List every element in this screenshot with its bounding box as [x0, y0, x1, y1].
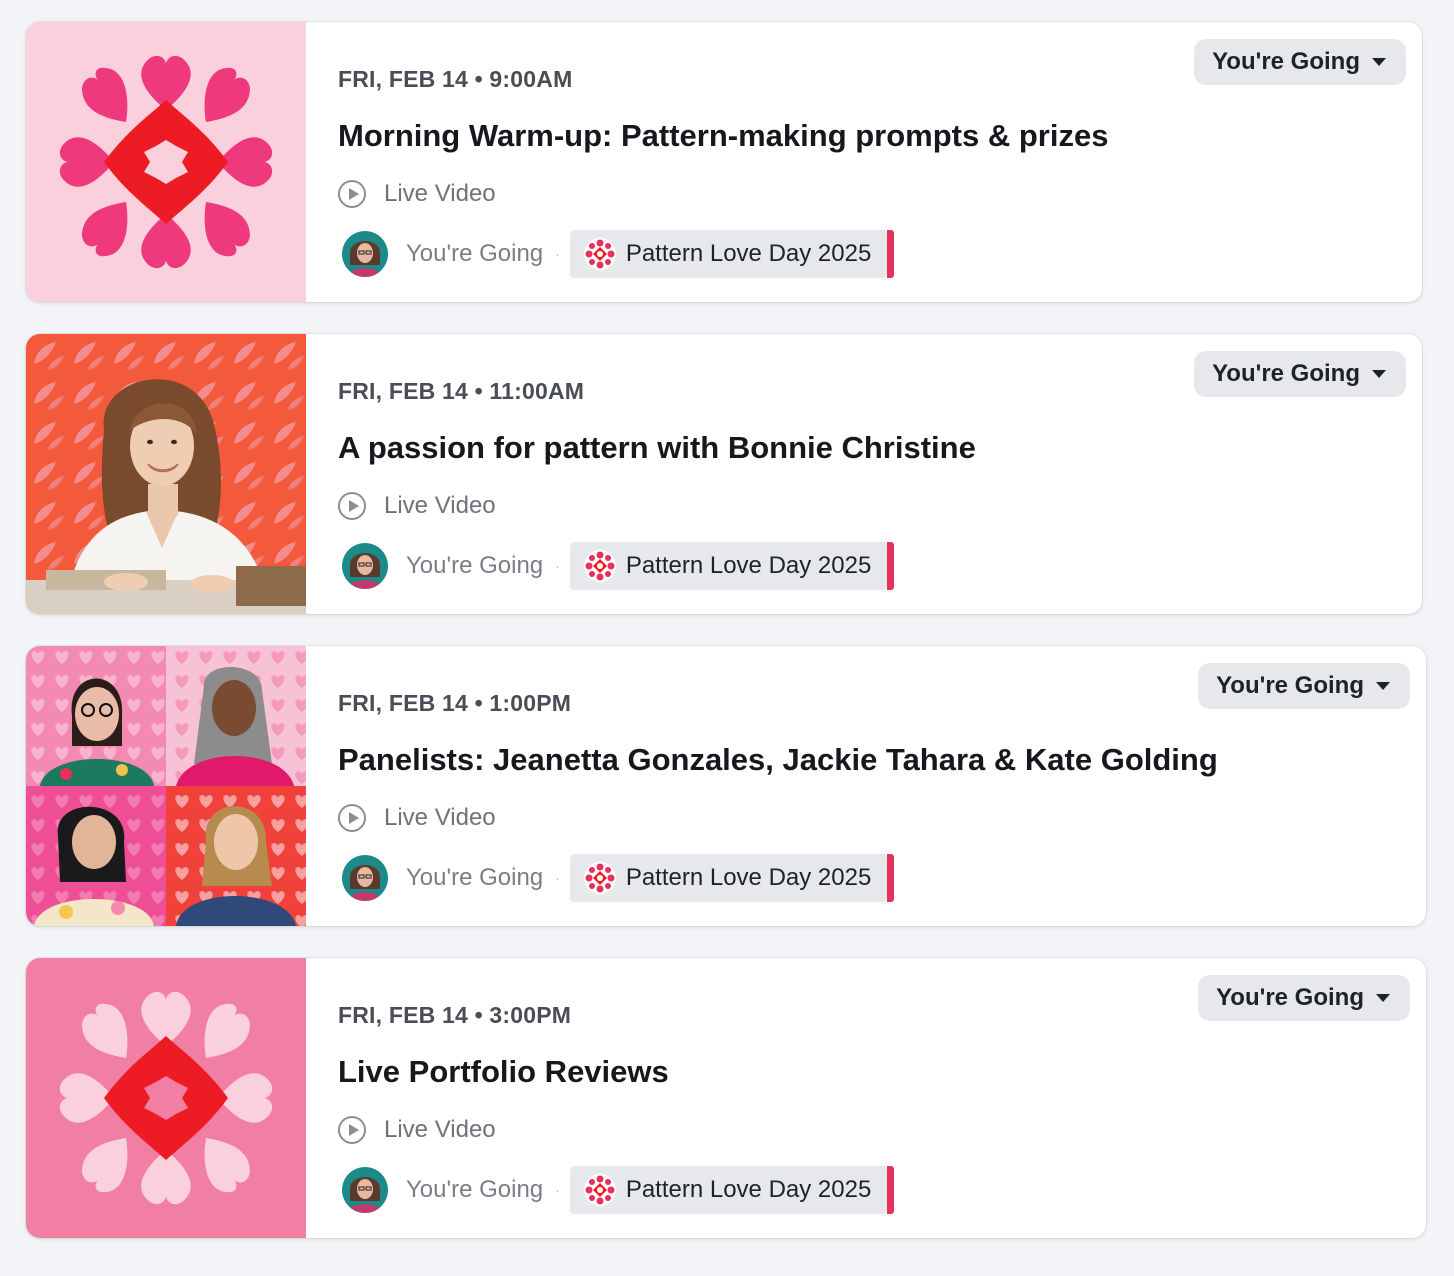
event-type: Live Video	[338, 804, 496, 832]
event-card[interactable]: FRI, FEB 14 • 1:00PM Panelists: Jeanetta…	[26, 646, 1426, 926]
avatar	[342, 855, 388, 901]
event-meta: You're Going · Pattern Love Day 2025	[342, 230, 894, 278]
play-circle-icon	[338, 180, 366, 208]
event-title[interactable]: A passion for pattern with Bonnie Christ…	[338, 430, 976, 466]
rsvp-label: You're Going	[1212, 48, 1360, 75]
caret-down-icon	[1376, 682, 1390, 690]
play-circle-icon	[338, 804, 366, 832]
event-title[interactable]: Panelists: Jeanetta Gonzales, Jackie Tah…	[338, 742, 1218, 778]
separator-dot: ·	[555, 558, 560, 574]
rsvp-label: You're Going	[1216, 672, 1364, 699]
event-title[interactable]: Live Portfolio Reviews	[338, 1054, 669, 1090]
caret-down-icon	[1372, 58, 1386, 66]
event-title[interactable]: Morning Warm-up: Pattern-making prompts …	[338, 118, 1108, 154]
separator-dot: ·	[555, 246, 560, 262]
attendance-status: You're Going	[406, 240, 544, 267]
group-chip[interactable]: Pattern Love Day 2025	[569, 230, 894, 278]
event-type: Live Video	[338, 1116, 496, 1144]
avatar	[342, 231, 388, 277]
event-meta: You're Going · Pattern Love Day 2025	[342, 854, 894, 902]
attendance-status: You're Going	[406, 864, 544, 891]
event-type: Live Video	[338, 180, 496, 208]
event-thumbnail[interactable]	[26, 22, 306, 302]
group-name: Pattern Love Day 2025	[625, 240, 872, 267]
separator-dot: ·	[555, 870, 560, 886]
event-card[interactable]: FRI, FEB 14 • 9:00AM Morning Warm-up: Pa…	[26, 22, 1422, 302]
event-type-label: Live Video	[384, 1116, 496, 1143]
caret-down-icon	[1372, 370, 1386, 378]
event-datetime: FRI, FEB 14 • 3:00PM	[338, 1002, 572, 1028]
rsvp-dropdown-button[interactable]: You're Going	[1198, 663, 1410, 709]
event-datetime: FRI, FEB 14 • 9:00AM	[338, 66, 573, 92]
avatar	[342, 1167, 388, 1213]
event-type-label: Live Video	[384, 180, 496, 207]
event-datetime: FRI, FEB 14 • 1:00PM	[338, 690, 572, 716]
event-thumbnail[interactable]	[26, 958, 306, 1238]
play-circle-icon	[338, 492, 366, 520]
event-datetime: FRI, FEB 14 • 11:00AM	[338, 378, 585, 404]
event-thumbnail[interactable]	[26, 334, 306, 614]
event-details: FRI, FEB 14 • 1:00PM Panelists: Jeanetta…	[306, 646, 1426, 926]
group-name: Pattern Love Day 2025	[625, 864, 872, 891]
rsvp-dropdown-button[interactable]: You're Going	[1198, 975, 1410, 1021]
group-logo-icon	[583, 862, 616, 894]
rsvp-dropdown-button[interactable]: You're Going	[1194, 39, 1406, 85]
event-card[interactable]: FRI, FEB 14 • 3:00PM Live Portfolio Revi…	[26, 958, 1426, 1238]
rsvp-label: You're Going	[1216, 984, 1364, 1011]
group-logo-icon	[583, 550, 616, 582]
group-chip[interactable]: Pattern Love Day 2025	[569, 542, 894, 590]
group-chip[interactable]: Pattern Love Day 2025	[569, 854, 894, 902]
attendance-status: You're Going	[406, 1176, 544, 1203]
event-list: FRI, FEB 14 • 9:00AM Morning Warm-up: Pa…	[26, 22, 1426, 1270]
event-type-label: Live Video	[384, 804, 496, 831]
group-chip[interactable]: Pattern Love Day 2025	[569, 1166, 894, 1214]
separator-dot: ·	[555, 1182, 560, 1198]
rsvp-dropdown-button[interactable]: You're Going	[1194, 351, 1406, 397]
event-details: FRI, FEB 14 • 3:00PM Live Portfolio Revi…	[306, 958, 1426, 1238]
play-circle-icon	[338, 1116, 366, 1144]
caret-down-icon	[1376, 994, 1390, 1002]
rsvp-label: You're Going	[1212, 360, 1360, 387]
group-name: Pattern Love Day 2025	[625, 552, 872, 579]
group-logo-icon	[583, 1174, 616, 1206]
event-details: FRI, FEB 14 • 11:00AM A passion for patt…	[306, 334, 1422, 614]
event-meta: You're Going · Pattern Love Day 2025	[342, 1166, 894, 1214]
group-logo-icon	[583, 238, 616, 270]
attendance-status: You're Going	[406, 552, 544, 579]
event-type: Live Video	[338, 492, 496, 520]
event-meta: You're Going · Pattern Love Day 2025	[342, 542, 894, 590]
event-type-label: Live Video	[384, 492, 496, 519]
group-name: Pattern Love Day 2025	[625, 1176, 872, 1203]
event-card[interactable]: FRI, FEB 14 • 11:00AM A passion for patt…	[26, 334, 1422, 614]
event-details: FRI, FEB 14 • 9:00AM Morning Warm-up: Pa…	[306, 22, 1422, 302]
event-thumbnail[interactable]	[26, 646, 306, 926]
avatar	[342, 543, 388, 589]
